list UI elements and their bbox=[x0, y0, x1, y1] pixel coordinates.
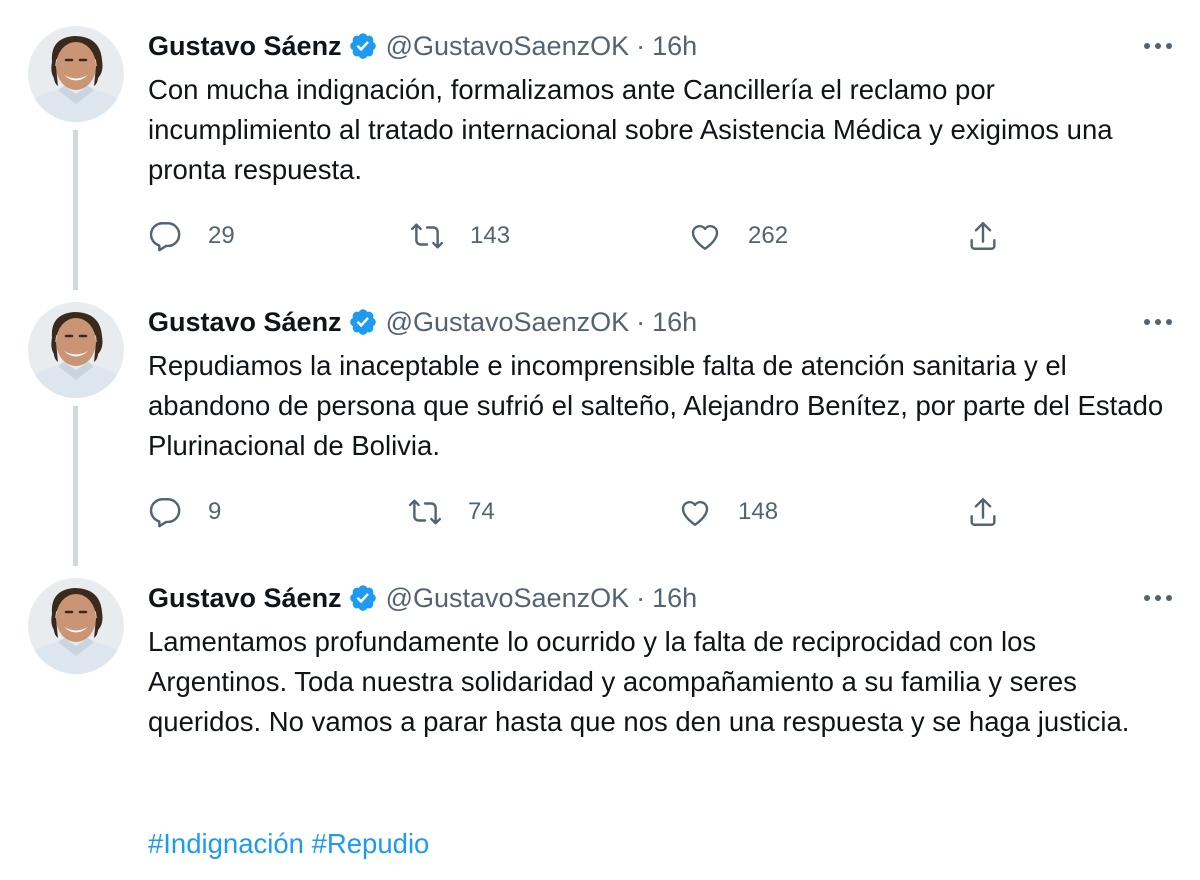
reply-count: 29 bbox=[208, 222, 235, 249]
author-name[interactable]: Gustavo Sáenz bbox=[148, 31, 342, 62]
author-name[interactable]: Gustavo Sáenz bbox=[148, 583, 342, 614]
thread-connector-line bbox=[73, 130, 78, 290]
more-options-icon[interactable] bbox=[1138, 30, 1178, 62]
tweet-header: Gustavo Sáenz @GustavoSaenzOK · 16h bbox=[148, 28, 697, 64]
tweet-header: Gustavo Sáenz @GustavoSaenzOK · 16h bbox=[148, 304, 697, 340]
separator-dot: · bbox=[636, 306, 646, 337]
hashtag-link[interactable]: #Repudio bbox=[312, 828, 430, 859]
tweet-timestamp[interactable]: 16h bbox=[652, 307, 697, 338]
tweet-text: Con mucha indignación, formalizamos ante… bbox=[148, 74, 1113, 185]
reply-button[interactable]: 9 bbox=[148, 492, 221, 532]
heart-icon bbox=[678, 495, 712, 529]
tweet-hashtags: #Indignación #Repudio bbox=[148, 824, 429, 864]
tweet-timestamp[interactable]: 16h bbox=[652, 31, 697, 62]
tweet[interactable]: Gustavo Sáenz @GustavoSaenzOK · 16h Lame… bbox=[0, 552, 1200, 880]
author-handle[interactable]: @GustavoSaenzOK bbox=[386, 31, 630, 62]
separator-dot: · bbox=[636, 30, 646, 61]
avatar[interactable] bbox=[28, 578, 124, 674]
thread-connector-line bbox=[73, 406, 78, 566]
separator-dot: · bbox=[636, 582, 646, 613]
more-options-icon[interactable] bbox=[1138, 306, 1178, 338]
tweet[interactable]: Gustavo Sáenz @GustavoSaenzOK · 16h Con … bbox=[0, 0, 1200, 290]
retweet-button[interactable]: 74 bbox=[408, 492, 495, 532]
retweet-icon bbox=[408, 495, 442, 529]
share-button[interactable] bbox=[966, 492, 1000, 532]
like-count: 262 bbox=[748, 222, 789, 249]
verified-badge-icon bbox=[348, 583, 378, 613]
tweet[interactable]: Gustavo Sáenz @GustavoSaenzOK · 16h Repu… bbox=[0, 276, 1200, 566]
reply-icon bbox=[148, 495, 182, 529]
verified-badge-icon bbox=[348, 31, 378, 61]
retweet-count: 143 bbox=[470, 222, 511, 249]
like-button[interactable]: 148 bbox=[678, 492, 778, 532]
retweet-count: 74 bbox=[468, 498, 495, 525]
heart-icon bbox=[688, 219, 722, 253]
tweet-timestamp[interactable]: 16h bbox=[652, 583, 697, 614]
tweet-text: Repudiamos la inaceptable e incomprensib… bbox=[148, 350, 1164, 461]
avatar[interactable] bbox=[28, 302, 124, 398]
tweet-actions: 29 143 262 bbox=[148, 216, 1188, 256]
tweet-thread: Gustavo Sáenz @GustavoSaenzOK · 16h Con … bbox=[0, 0, 1200, 880]
retweet-icon bbox=[410, 219, 444, 253]
reply-button[interactable]: 29 bbox=[148, 216, 235, 256]
tweet-text: Lamentamos profundamente lo ocurrido y l… bbox=[148, 626, 1130, 737]
reply-count: 9 bbox=[208, 498, 222, 525]
author-handle[interactable]: @GustavoSaenzOK bbox=[386, 307, 630, 338]
retweet-button[interactable]: 143 bbox=[410, 216, 510, 256]
like-button[interactable]: 262 bbox=[688, 216, 788, 256]
author-name[interactable]: Gustavo Sáenz bbox=[148, 307, 342, 338]
tweet-header: Gustavo Sáenz @GustavoSaenzOK · 16h bbox=[148, 580, 697, 616]
tweet-actions: 9 74 148 bbox=[148, 492, 1188, 532]
share-button[interactable] bbox=[966, 216, 1000, 256]
share-icon bbox=[966, 219, 1000, 253]
more-options-icon[interactable] bbox=[1138, 582, 1178, 614]
hashtag-link[interactable]: #Indignación bbox=[148, 828, 304, 859]
author-handle[interactable]: @GustavoSaenzOK bbox=[386, 583, 630, 614]
verified-badge-icon bbox=[348, 307, 378, 337]
share-icon bbox=[966, 495, 1000, 529]
avatar[interactable] bbox=[28, 26, 124, 122]
reply-icon bbox=[148, 219, 182, 253]
like-count: 148 bbox=[738, 498, 779, 525]
